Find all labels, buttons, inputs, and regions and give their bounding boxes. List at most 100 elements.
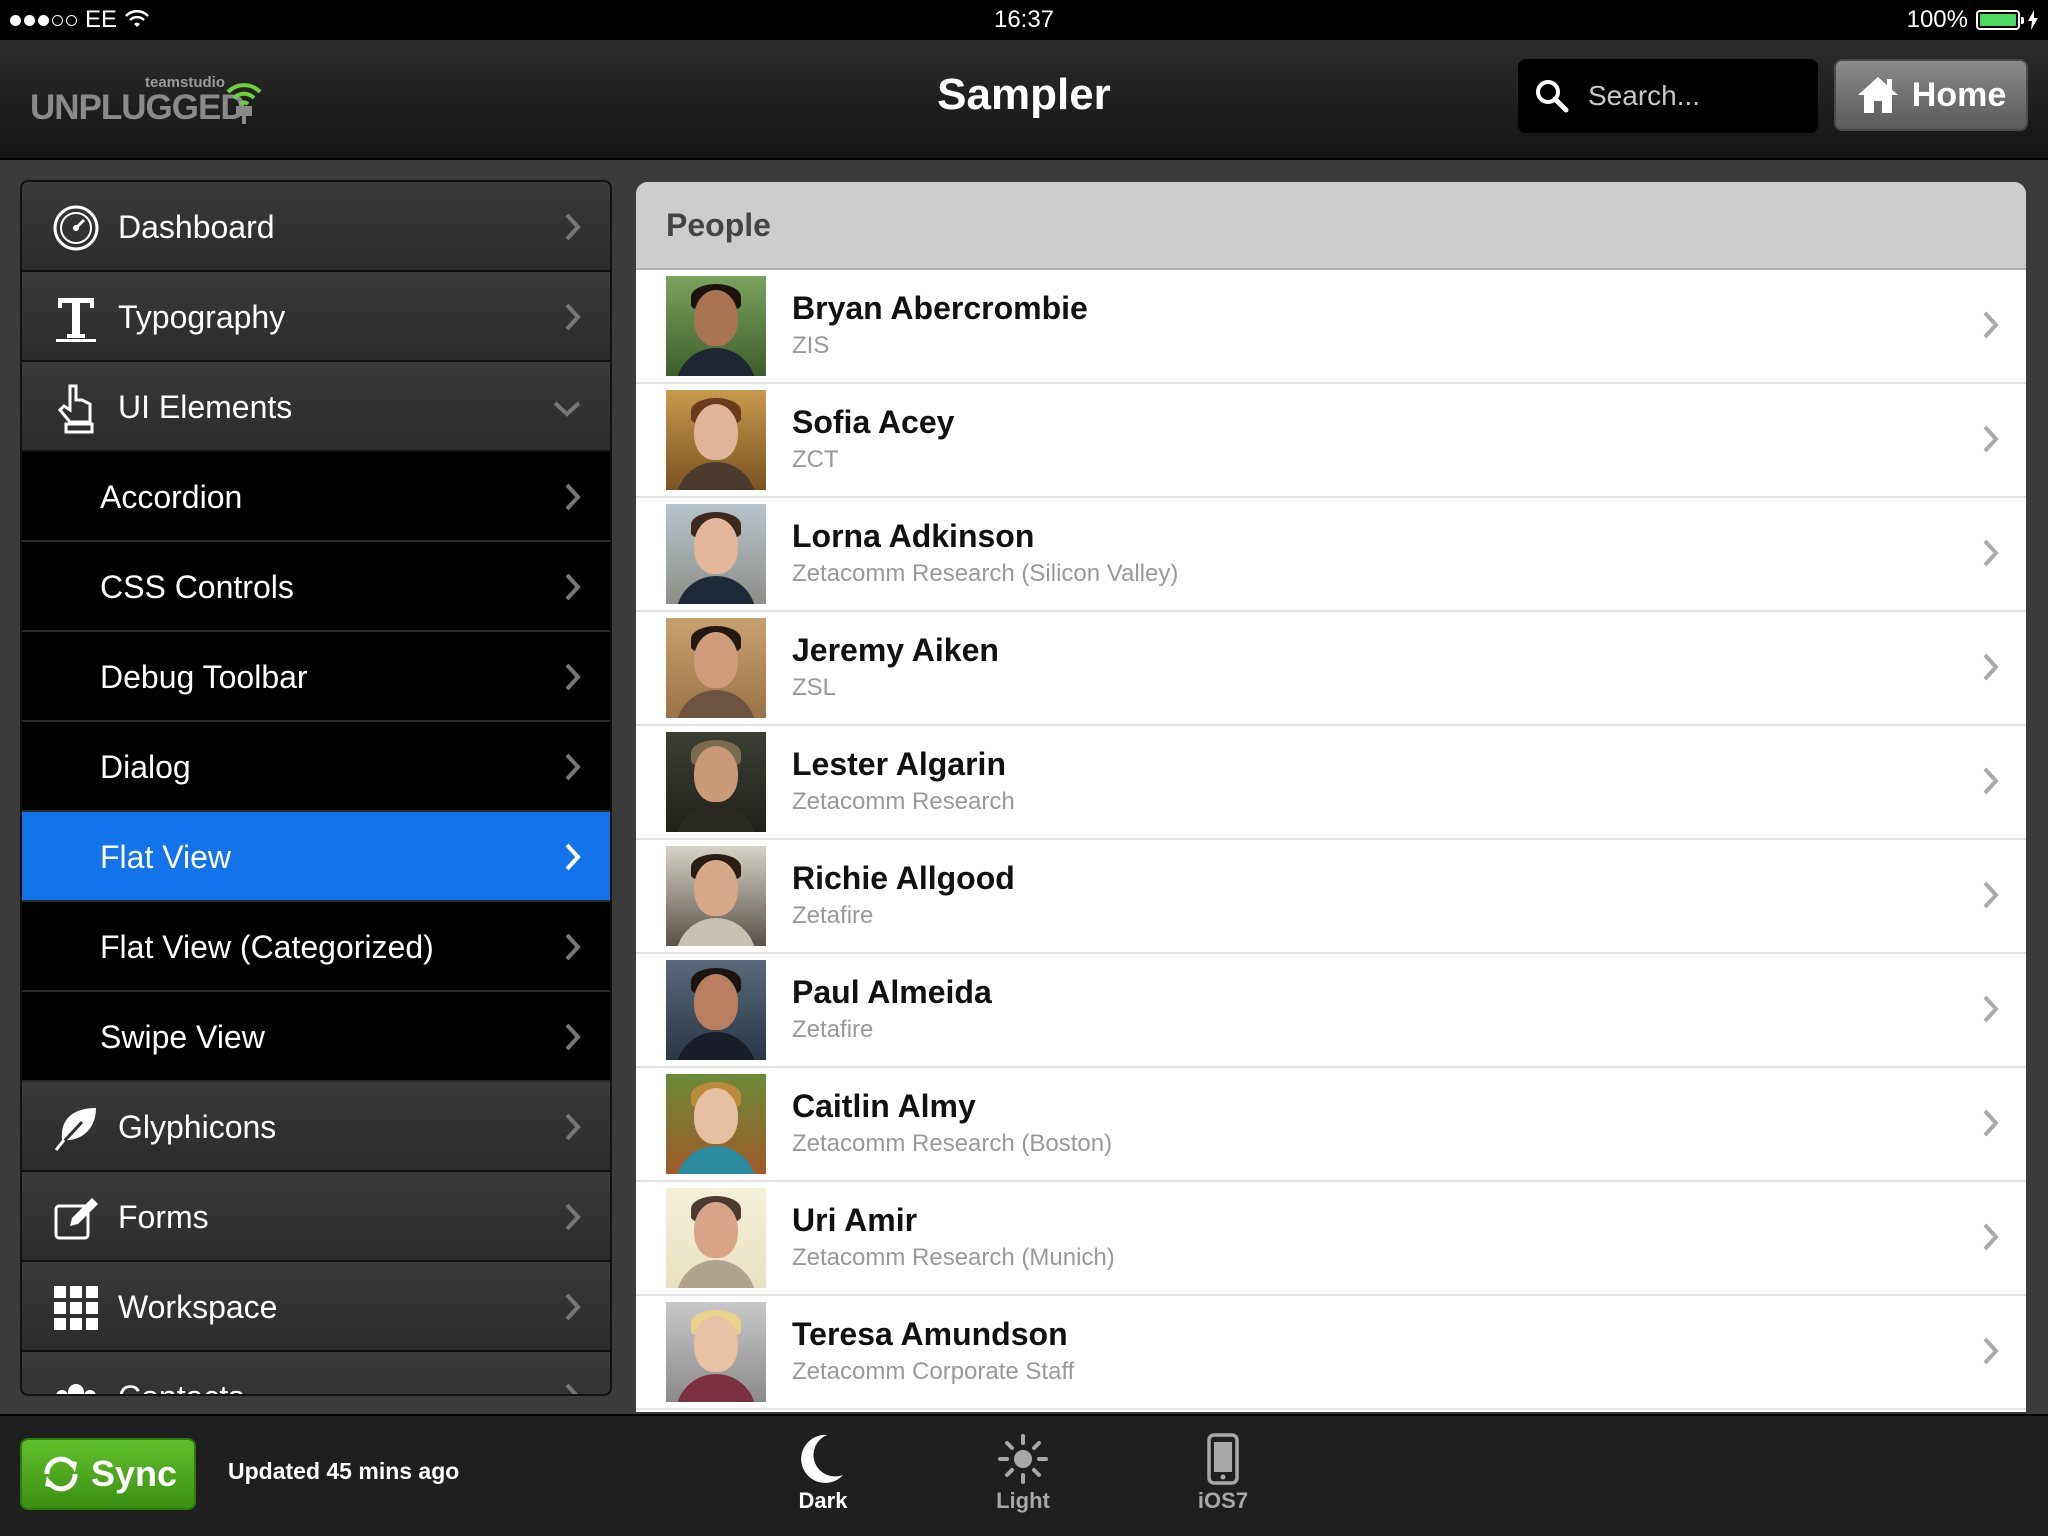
sidebar-item-workspace[interactable]: Workspace (22, 1262, 610, 1352)
sidebar-item-glyphicons[interactable]: Glyphicons (22, 1082, 610, 1172)
list-item[interactable]: Uri Amir Zetacomm Research (Munich) (636, 1182, 2026, 1296)
list-item[interactable]: Caitlin Almy Zetacomm Research (Boston) (636, 1068, 2026, 1182)
person-org: Zetacomm Research (Boston) (792, 1130, 1113, 1157)
sidebar-item-flat-view-categorized[interactable]: Flat View (Categorized) (22, 902, 610, 992)
sidebar-item-accordion[interactable]: Accordion (22, 452, 610, 542)
sidebar-item-label: Contacts (118, 1379, 244, 1394)
person-name: Sofia Acey (792, 404, 955, 440)
person-name: Uri Amir (792, 1202, 918, 1238)
chevron-right-icon (1983, 995, 1999, 1023)
list-item[interactable]: Jeremy Aiken ZSL (636, 612, 2026, 726)
chevron-right-icon (565, 303, 581, 331)
chevron-right-icon (565, 1203, 581, 1231)
charging-icon (2028, 10, 2038, 30)
avatar (666, 846, 766, 946)
sidebar-item-label: Forms (118, 1199, 209, 1235)
chevron-right-icon (1983, 1337, 1999, 1365)
avatar (666, 960, 766, 1060)
sync-label: Sync (90, 1453, 178, 1494)
sidebar-item-label: Flat View (100, 839, 232, 875)
list-item[interactable]: Bryan Abercrombie ZIS (636, 270, 2026, 384)
battery-icon (1976, 10, 2024, 30)
chevron-right-icon (565, 213, 581, 241)
people-icon (52, 1374, 100, 1394)
search-input[interactable] (1588, 80, 1808, 112)
people-list-panel: People Bryan Abercrombie ZIS Sofia Acey … (636, 182, 2026, 1412)
chevron-right-icon (1983, 425, 1999, 453)
person-name: Teresa Amundson (792, 1316, 1068, 1352)
list-item[interactable]: Sofia Acey ZCT (636, 384, 2026, 498)
chevron-right-icon (1983, 311, 1999, 339)
chevron-down-icon (553, 401, 581, 417)
moon-icon (801, 1434, 843, 1483)
person-org: Zetacomm Research (Silicon Valley) (792, 560, 1179, 587)
person-name: Richie Allgood (792, 860, 1015, 896)
sidebar-item-label: CSS Controls (100, 569, 294, 605)
chevron-right-icon (1983, 881, 1999, 909)
sidebar-item-typography[interactable]: Typography (22, 272, 610, 362)
sidebar-item-contacts[interactable]: Contacts (22, 1352, 610, 1394)
edit-icon (52, 1194, 100, 1242)
status-time: 16:37 (993, 6, 1055, 33)
sidebar-item-forms[interactable]: Forms (22, 1172, 610, 1262)
list-item[interactable]: Lester Algarin Zetacomm Research (636, 726, 2026, 840)
chevron-right-icon (1983, 539, 1999, 567)
sidebar-item-label: UI Elements (118, 389, 293, 425)
person-name: Lester Algarin (792, 746, 1006, 782)
sidebar-item-label: Dialog (100, 749, 191, 785)
hand-pointer-icon (52, 384, 100, 434)
home-icon (1857, 77, 1898, 113)
chevron-right-icon (565, 843, 581, 871)
list-item[interactable]: Richie Allgood Zetafire (636, 840, 2026, 954)
chevron-right-icon (565, 1023, 581, 1051)
battery-percent: 100% (1906, 6, 1968, 33)
sidebar-item-label: Accordion (100, 479, 243, 515)
person-name: Jeremy Aiken (792, 632, 999, 668)
sync-button[interactable]: Sync (20, 1438, 196, 1510)
avatar (666, 1188, 766, 1288)
search-box[interactable] (1518, 59, 1818, 133)
theme-light-label: Light (996, 1488, 1050, 1513)
chevron-right-icon (1983, 1223, 1999, 1251)
sidebar-item-label: Dashboard (118, 209, 275, 245)
list-item[interactable]: Teresa Amundson Zetacomm Corporate Staff (636, 1296, 2026, 1410)
sidebar-item-label: Workspace (118, 1289, 278, 1325)
sidebar-item-dialog[interactable]: Dialog (22, 722, 610, 812)
theme-ios7-button[interactable]: iOS7 (1163, 1430, 1283, 1526)
sidebar-item-css-controls[interactable]: CSS Controls (22, 542, 610, 632)
battery-fill (1980, 14, 2016, 26)
chevron-right-icon (1983, 1109, 1999, 1137)
chevron-right-icon (1983, 767, 1999, 795)
grid-icon (52, 1284, 100, 1332)
sidebar-item-label: Swipe View (100, 1019, 265, 1055)
person-org: ZIS (792, 332, 830, 359)
home-button[interactable]: Home (1834, 59, 2028, 131)
sidebar-item-flat-view[interactable]: Flat View (22, 812, 610, 902)
sidebar-item-label: Glyphicons (118, 1109, 277, 1145)
home-label: Home (1911, 75, 2007, 114)
sidebar-item-debug-toolbar[interactable]: Debug Toolbar (22, 632, 610, 722)
chevron-right-icon (565, 753, 581, 781)
list-item[interactable]: Lorna Adkinson Zetacomm Research (Silico… (636, 498, 2026, 612)
person-org: ZCT (792, 446, 839, 473)
sidebar-item-ui-elements[interactable]: UI Elements (22, 362, 610, 452)
list-item[interactable]: Paul Almeida Zetafire (636, 954, 2026, 1068)
avatar (666, 1302, 766, 1402)
theme-ios7-label: iOS7 (1197, 1488, 1249, 1513)
person-org: Zetafire (792, 902, 874, 929)
sun-icon (998, 1434, 1048, 1484)
app-header: teamstudio UNPLUGGED Sampler Home (0, 40, 2048, 160)
chevron-right-icon (565, 1293, 581, 1321)
sidebar-item-swipe-view[interactable]: Swipe View (22, 992, 610, 1082)
footer-toolbar: Sync Updated 45 mins ago Dark Light iOS7 (0, 1414, 2048, 1536)
person-org: Zetacomm Corporate Staff (792, 1358, 1075, 1385)
person-org: Zetacomm Research (Munich) (792, 1244, 1115, 1271)
avatar (666, 276, 766, 376)
chevron-right-icon (565, 1383, 578, 1394)
chevron-right-icon (565, 573, 581, 601)
theme-dark-button[interactable]: Dark (763, 1430, 883, 1526)
theme-light-button[interactable]: Light (963, 1430, 1083, 1526)
avatar (666, 618, 766, 718)
sidebar-item-dashboard[interactable]: Dashboard (22, 182, 610, 272)
sidebar-item-label: Flat View (Categorized) (100, 929, 434, 965)
